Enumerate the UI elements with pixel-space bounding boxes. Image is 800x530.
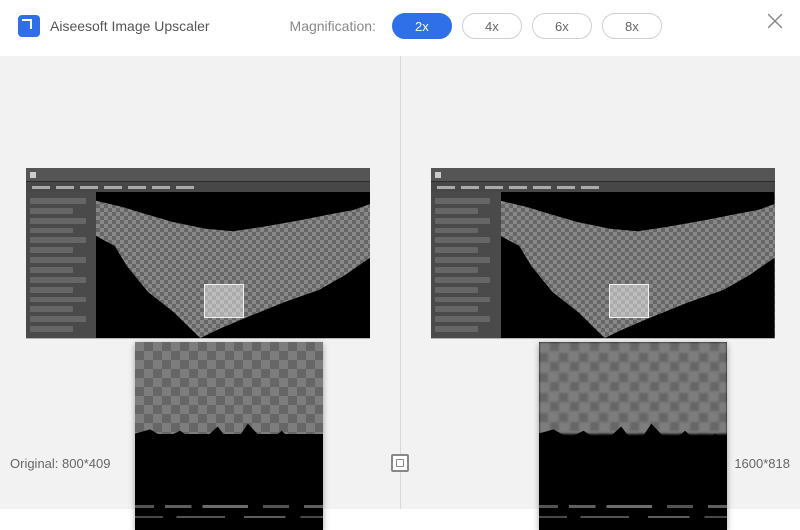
magnification-8x-button[interactable]: 8x [602, 13, 662, 39]
thumbnail-titlebar [26, 168, 370, 182]
app-logo-icon [18, 15, 40, 37]
magnification-6x-button[interactable]: 6x [532, 13, 592, 39]
magnification-2x-button[interactable]: 2x [392, 13, 452, 39]
original-panel: Original: 800*409 [0, 56, 400, 509]
compare-toggle-icon[interactable] [391, 454, 409, 472]
magnification-label: Magnification: [290, 18, 376, 34]
thumbnail-sidebar [26, 192, 96, 338]
thumbnail-sidebar [431, 192, 501, 338]
thumbnail-canvas [96, 192, 370, 338]
close-button[interactable] [764, 10, 786, 32]
upscaled-panel: 1600*818 [400, 56, 800, 509]
compare-area: Original: 800*409 [0, 56, 800, 509]
original-zoom-preview [135, 342, 323, 530]
thumbnail-titlebar [431, 168, 775, 182]
thumbnail-menubar [431, 182, 775, 192]
thumbnail-menubar [26, 182, 370, 192]
zoom-selector[interactable] [609, 284, 649, 318]
magnification-buttons: 2x 4x 6x 8x [392, 13, 662, 39]
zoom-selector[interactable] [204, 284, 244, 318]
upscaled-thumbnail[interactable] [431, 168, 775, 338]
original-thumbnail[interactable] [26, 168, 370, 338]
upscaled-dimensions-label: 1600*818 [734, 456, 790, 471]
app-title: Aiseesoft Image Upscaler [50, 18, 210, 34]
app-logo-block: Aiseesoft Image Upscaler [18, 15, 210, 37]
magnification-section: Magnification: 2x 4x 6x 8x [290, 13, 662, 39]
close-icon [764, 10, 786, 32]
upscaled-zoom-preview [539, 342, 727, 530]
magnification-4x-button[interactable]: 4x [462, 13, 522, 39]
app-header: Aiseesoft Image Upscaler Magnification: … [0, 0, 800, 52]
original-dimensions-label: Original: 800*409 [10, 456, 110, 471]
thumbnail-canvas [501, 192, 775, 338]
